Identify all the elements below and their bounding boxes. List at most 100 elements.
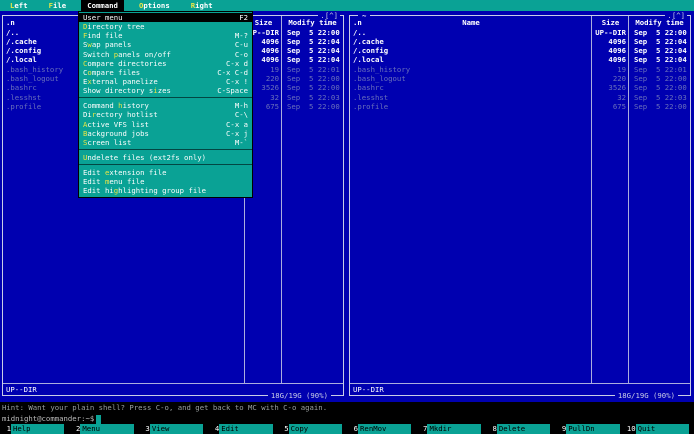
label-text: ndelete files (ext2fs only) [87,152,207,162]
label-text: zes [157,86,171,96]
file-row[interactable]: /.. UP--DIR Sep 5 22:00 [350,28,690,37]
fkey-button-quit[interactable]: 10 Quit [625,424,694,434]
label-text: ompare directories [87,58,167,68]
menu-item-shortcut: M-? [234,31,248,41]
menu-item-label: Compare directories [83,59,220,68]
fkey-number: 10 [626,424,636,433]
sort-indicator: .n [6,18,15,27]
menu-item[interactable]: Find file M-? [79,31,252,40]
file-name: /.. [353,27,367,37]
column-header-mtime[interactable]: Modify time [282,18,343,28]
label-text: Edit [83,177,105,187]
mc-screen: LeftFileCommandOptionsRight .[^] .n Name… [0,0,694,434]
fkey-number: 3 [145,424,150,433]
file-mtime: Sep 5 22:03 [287,92,340,102]
menu-item[interactable]: Edit highlighting group file [79,186,252,195]
menu-item[interactable]: Swap panels C-u [79,40,252,49]
menu-item-label: Directory hotlist [83,110,229,119]
menubar-item-right[interactable]: Right [185,0,219,11]
fkey-label: Copy [288,424,343,434]
menubar-item-left[interactable]: Left [4,0,34,11]
label-text: ommand [91,1,118,10]
file-row[interactable]: /.config 4096 Sep 5 22:04 [350,46,690,55]
menu-item-shortcut: C-x d [226,58,248,68]
column-divider [281,16,282,383]
sort-indicator: .n [353,18,362,27]
panel-right-header: .n Name Size Modify time [350,18,690,28]
fkey-button-view[interactable]: 3 View [139,424,208,434]
panel-right-rows: /.. UP--DIR Sep 5 22:00 /.cache 4096 Sep 5 22… [350,28,690,112]
panel-left-freespace: 18G/19G (90%) [267,391,331,400]
text-cursor [96,414,102,424]
file-size: 19 [617,64,626,74]
file-mtime: Sep 5 22:04 [287,46,340,56]
fkey-number: 8 [492,424,497,433]
menubar-item-file[interactable]: File [43,0,73,11]
fkey-button-menu[interactable]: 2 Menu [69,424,138,434]
label-text: ectory hotlist [96,110,158,120]
menu-item-shortcut: C-Space [217,86,248,96]
file-row[interactable]: /.local 4096 Sep 5 22:04 [350,55,690,64]
menu-item[interactable]: Background jobs C-x j [79,129,252,138]
file-name: .lesshst [353,92,389,102]
menu-item[interactable]: Undelete files (ext2fs only) [79,153,252,162]
label-text: istory [122,101,149,111]
fkey-button-mkdir[interactable]: 7 Mkdir [416,424,485,434]
menu-item[interactable]: Edit menu file [79,177,252,186]
fkey-label: Help [11,424,65,434]
file-mtime: Sep 5 22:04 [634,46,687,56]
panel-left-ministatus: UP--DIR [6,385,37,394]
column-header-name[interactable]: Name [350,18,592,28]
file-size: 675 [612,101,626,111]
fkey-button-renmov[interactable]: 6 RenMov [347,424,416,434]
file-row[interactable]: .bashrc 3526 Sep 5 22:00 [350,83,690,92]
menu-item[interactable]: User menu F2 [79,13,252,23]
menu-item-label: Edit extension file [83,168,242,177]
menu-item[interactable]: Command history M-h [79,101,252,110]
menu-item[interactable]: External panelize C-x ! [79,77,252,86]
menubar-item-options[interactable]: Options [133,0,176,11]
menu-item[interactable]: Switch panels on/off C-o [79,50,252,59]
file-row[interactable]: .bash_logout 220 Sep 5 22:00 [350,74,690,83]
menu-item-shortcut: C-x a [226,119,248,129]
file-size: 220 [612,73,626,83]
file-mtime: Sep 5 22:04 [287,55,340,65]
menubar-item-command[interactable]: Command [81,0,124,11]
menu-item-shortcut: C-\ [234,110,248,120]
command-line[interactable]: midnight@commander:~$ [0,413,694,424]
menu-item-shortcut: C-x C-d [217,67,248,77]
file-name: .profile [353,101,389,111]
function-key-bar: 1 Help 2 Menu 3 View 4 Edit 5 Copy 6 RenMov 7 Mkdir 8 D… [0,424,694,434]
menu-item[interactable]: Edit extension file [79,168,252,177]
panel-right: ~ .[^] .n Name Size Modify time /.. UP--D… [347,11,694,402]
menu-item[interactable]: Directory tree [79,22,252,31]
menu-item-label: Compare files [83,68,211,77]
menu-item[interactable]: Compare directories C-x d [79,59,252,68]
menu-item-shortcut: M-h [234,101,248,111]
menu-item[interactable]: Active VFS list C-x a [79,120,252,129]
fkey-button-edit[interactable]: 4 Edit [208,424,277,434]
label-text: Show directory s [83,86,154,96]
file-mtime: Sep 5 22:00 [634,27,687,37]
column-divider [591,16,592,383]
fkey-button-pulldn[interactable]: 9 PullDn [555,424,624,434]
menu-item-label: Undelete files (ext2fs only) [83,153,242,162]
menu-item[interactable]: Screen list M-` [79,138,252,147]
file-row[interactable]: .profile 675 Sep 5 22:00 [350,102,690,111]
file-mtime: Sep 5 22:04 [634,55,687,65]
menu-item[interactable]: Show directory sizes C-Space [79,86,252,95]
file-row[interactable]: .lesshst 32 Sep 5 22:03 [350,93,690,102]
file-mtime: Sep 5 22:00 [287,73,340,83]
column-header-mtime[interactable]: Modify time [629,18,690,28]
menu-item[interactable]: Compare files C-x C-d [79,68,252,77]
fkey-button-copy[interactable]: 5 Copy [278,424,347,434]
column-header-size[interactable]: Size [592,18,629,28]
fkey-button-delete[interactable]: 8 Delete [486,424,555,434]
menu-item[interactable]: Directory hotlist C-\ [79,110,252,119]
fkey-button-help[interactable]: 1 Help [0,424,69,434]
fkey-number: 5 [284,424,289,433]
column-divider [628,16,629,383]
fkey-label: Quit [635,424,690,434]
file-row[interactable]: .bash_history 19 Sep 5 22:01 [350,65,690,74]
file-row[interactable]: /.cache 4096 Sep 5 22:04 [350,37,690,46]
